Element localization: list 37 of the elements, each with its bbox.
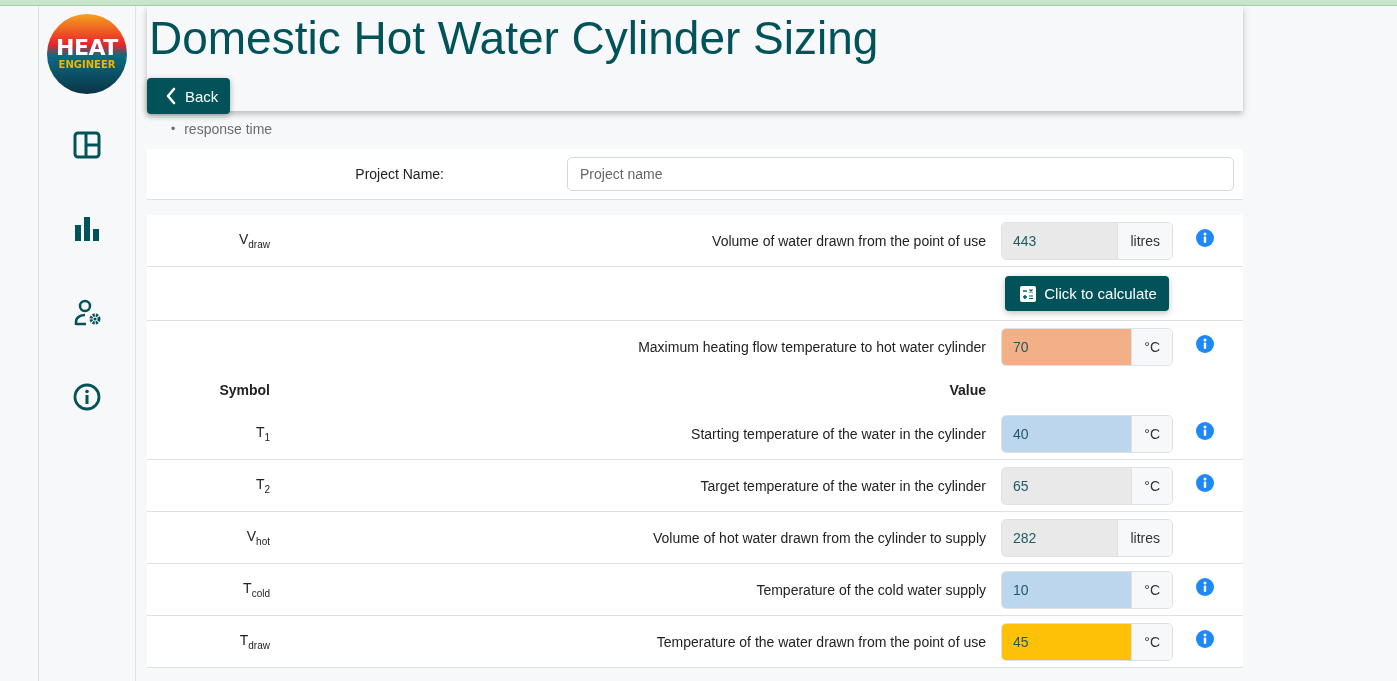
field-label: Temperature of the water drawn from the point of use xyxy=(655,633,987,650)
field-label: Volume of hot water drawn from the cylinder to supply xyxy=(651,529,987,546)
logo-text: ENGINEER xyxy=(58,59,116,71)
info-icon[interactable] xyxy=(1196,630,1214,648)
project-label: Project Name: xyxy=(354,166,444,182)
user-settings-icon xyxy=(73,299,101,327)
symbol-text: T$_{cold}$ xyxy=(242,580,270,599)
page-title: Domestic Hot Water Cylinder Sizing xyxy=(149,12,879,64)
bullet-marker: • xyxy=(171,121,176,138)
logo-text: HEAT xyxy=(56,37,118,59)
chevron-left-icon xyxy=(165,87,177,105)
info-icon[interactable] xyxy=(1196,229,1214,247)
info-icon[interactable] xyxy=(1196,474,1214,492)
symbol-text: T$_{2}$ xyxy=(254,476,270,495)
info-icon xyxy=(73,383,101,411)
field-label: Target temperature of the water in the cylinder xyxy=(699,477,987,494)
calculate-button[interactable]: Click to calculate xyxy=(1005,276,1169,311)
column-header: Symbol xyxy=(218,382,270,398)
symbol-text: T$_{1}$ xyxy=(254,424,270,443)
info-icon[interactable] xyxy=(1196,335,1214,353)
logo[interactable]: HEAT ENGINEER xyxy=(47,14,127,94)
layout-icon xyxy=(73,131,101,159)
bullet-item: response time xyxy=(184,120,273,139)
field-label: Volume of water drawn from the point of use xyxy=(711,232,987,249)
symbol-text: V$_{draw}$ xyxy=(237,231,270,250)
back-button[interactable]: Back xyxy=(147,78,231,114)
field-label: Temperature of the cold water supply xyxy=(755,581,987,598)
field-label: Maximum heating flow temperature to hot water cylinder xyxy=(637,338,987,355)
symbol-text: T$_{draw}$ xyxy=(238,632,270,651)
field-label: Starting temperature of the water in the cylinder xyxy=(690,425,987,442)
symbol-text: V$_{hot}$ xyxy=(245,528,270,547)
info-icon[interactable] xyxy=(1196,422,1214,440)
column-header: Value xyxy=(948,382,987,398)
info-icon[interactable] xyxy=(1196,578,1214,596)
project-name-field[interactable]: Project name xyxy=(567,157,1234,191)
calculator-icon xyxy=(1020,285,1037,302)
bar-chart-icon xyxy=(73,215,101,243)
